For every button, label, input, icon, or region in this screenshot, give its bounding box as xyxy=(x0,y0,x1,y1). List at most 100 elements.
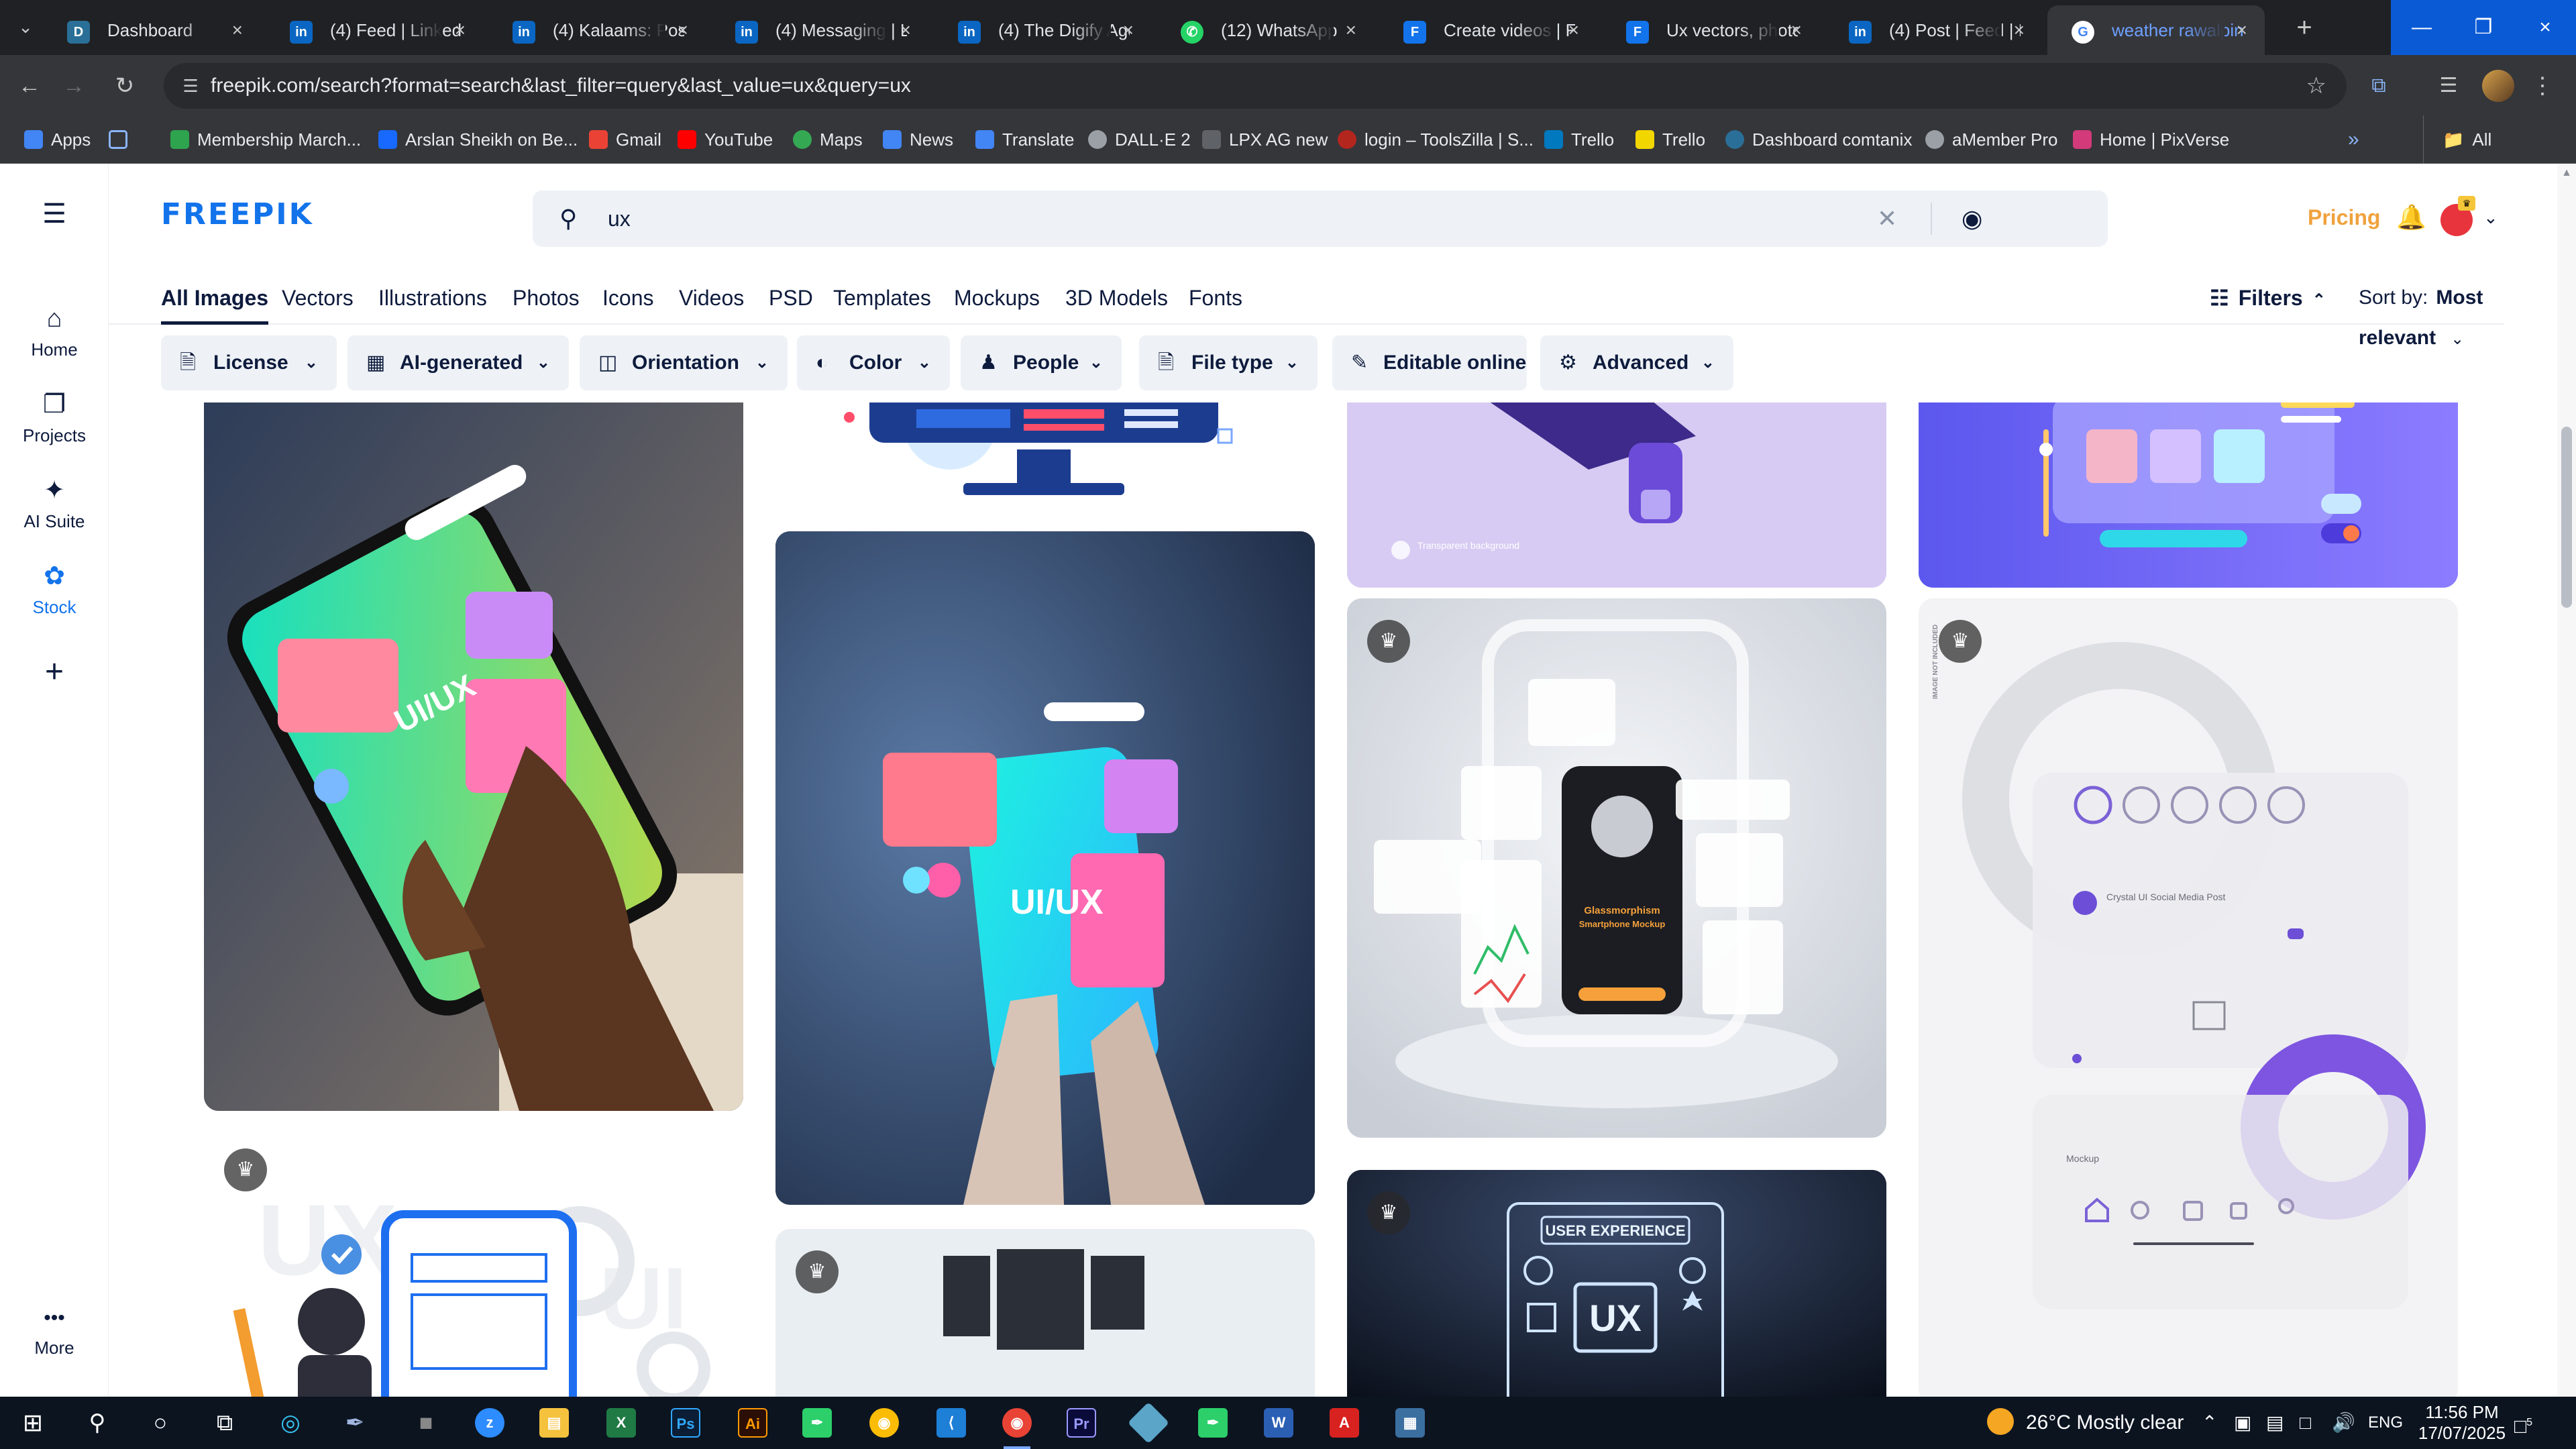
tray-chevron-up-icon[interactable]: ⌃ xyxy=(2202,1397,2217,1449)
clear-search-icon[interactable]: ✕ xyxy=(1877,191,1897,247)
bookmark-pixverse[interactable]: Home | PixVerse xyxy=(2073,115,2229,164)
green-app-2-icon[interactable]: ✒ xyxy=(1198,1408,1228,1438)
edge-icon[interactable]: ◎ xyxy=(271,1403,310,1442)
chip-file-type[interactable]: 🗎 File type ⌄ xyxy=(1139,335,1318,390)
meet-now-icon[interactable]: ▣ xyxy=(2234,1397,2251,1449)
close-tab-icon[interactable]: × xyxy=(2237,5,2247,55)
scroll-up-arrow-icon[interactable]: ▲ xyxy=(2557,164,2576,182)
tab-google-weather[interactable]: G weather rawalpindi × xyxy=(2047,5,2265,55)
bookmark-dalle[interactable]: DALL·E 2 xyxy=(1088,115,1191,164)
tab-linkedin-post[interactable]: in (4) Post | Feed | LinkedIn × xyxy=(1825,5,2042,55)
tab-3d-models[interactable]: 3D Models xyxy=(1065,278,1168,318)
bookmark-trello-1[interactable]: Trello xyxy=(1544,115,1614,164)
close-window-icon[interactable]: × xyxy=(2514,0,2576,55)
search-input[interactable]: ux xyxy=(608,191,631,247)
language-indicator[interactable]: ENG xyxy=(2368,1397,2403,1449)
tab-icons[interactable]: Icons xyxy=(602,278,653,318)
rail-more[interactable]: ••• More xyxy=(0,1308,109,1358)
close-tab-icon[interactable]: × xyxy=(232,5,243,55)
tab-photos[interactable]: Photos xyxy=(513,278,580,318)
freepik-logo[interactable]: FREEPIK xyxy=(161,197,314,231)
bookmark-gmail[interactable]: Gmail xyxy=(589,115,661,164)
chip-orientation[interactable]: ◫ Orientation ⌄ xyxy=(580,335,788,390)
bookmark-toolszilla[interactable]: login – ToolsZilla | S... xyxy=(1338,115,1534,164)
browser-menu-icon[interactable]: ⋮ xyxy=(2529,68,2556,103)
word-icon[interactable]: W xyxy=(1264,1408,1293,1438)
search-bar[interactable]: ⚲ ux ✕ ◉ xyxy=(533,191,2108,247)
zoom-icon[interactable]: z xyxy=(475,1408,504,1438)
task-view-icon[interactable]: ⧉ xyxy=(205,1403,244,1442)
close-tab-icon[interactable]: × xyxy=(1791,5,1802,55)
image-card[interactable]: ♛ xyxy=(775,1229,1315,1397)
chrome-icon[interactable]: ◉ xyxy=(869,1408,899,1438)
rail-home[interactable]: ⌂ Home xyxy=(0,302,109,360)
chip-editable-online[interactable]: ✎ Editable online xyxy=(1332,335,1527,390)
terminal-icon[interactable]: ■ xyxy=(407,1403,445,1442)
network-icon[interactable]: □ xyxy=(2300,1397,2311,1449)
bookmark-grid[interactable] xyxy=(109,115,136,164)
image-card[interactable] xyxy=(775,402,1315,510)
scrollbar-thumb[interactable] xyxy=(2561,427,2572,608)
excel-icon[interactable]: X xyxy=(606,1408,636,1438)
tab-psd[interactable]: PSD xyxy=(769,278,813,318)
file-explorer-icon[interactable]: ▤ xyxy=(539,1408,569,1438)
bookmark-amember[interactable]: aMember Pro xyxy=(1925,115,2058,164)
tab-freepik-create-videos[interactable]: F Create videos | Freepik × xyxy=(1379,5,1597,55)
forward-arrow-icon[interactable]: → xyxy=(56,68,91,103)
chip-people[interactable]: ♟ People ⌄ xyxy=(961,335,1122,390)
close-tab-icon[interactable]: × xyxy=(1123,5,1134,55)
cortana-icon[interactable]: ○ xyxy=(141,1403,180,1442)
site-info-icon[interactable]: ☰ xyxy=(178,74,203,98)
close-tab-icon[interactable]: × xyxy=(1346,5,1356,55)
tab-whatsapp[interactable]: ✆ (12) WhatsApp × xyxy=(1157,5,1374,55)
filters-toggle[interactable]: ☷ Filters ⌃ xyxy=(2210,278,2326,321)
rail-add[interactable]: + xyxy=(0,653,109,690)
tab-linkedin-feed[interactable]: in (4) Feed | LinkedIn × xyxy=(266,5,483,55)
vscode-icon[interactable]: ⟨ xyxy=(936,1408,966,1438)
bookmark-translate[interactable]: Translate xyxy=(975,115,1074,164)
bookmark-star-icon[interactable]: ☆ xyxy=(2306,63,2326,109)
chrome-active-icon[interactable]: ◉ xyxy=(1002,1408,1032,1438)
address-url[interactable]: freepik.com/search?format=search&last_fi… xyxy=(211,63,911,109)
chip-ai-generated[interactable]: ▦ AI-generated ⌄ xyxy=(347,335,569,390)
green-app-icon[interactable]: ✒ xyxy=(802,1408,832,1438)
device-icon[interactable]: ▤ xyxy=(2266,1397,2284,1449)
bookmark-behance[interactable]: Arslan Sheikh on Be... xyxy=(378,115,578,164)
chip-color[interactable]: ◐ Color ⌄ xyxy=(797,335,950,390)
photoshop-icon[interactable]: Ps xyxy=(671,1408,700,1438)
rail-ai-suite[interactable]: ✦ AI Suite xyxy=(0,474,109,532)
diamond-app-icon[interactable] xyxy=(1127,1401,1170,1444)
close-tab-icon[interactable]: × xyxy=(678,5,688,55)
tab-freepik-ux[interactable]: F Ux vectors, photos × xyxy=(1602,5,1819,55)
pricing-link[interactable]: Pricing xyxy=(2308,164,2380,271)
rail-projects[interactable]: ❐ Projects xyxy=(0,388,109,446)
bookmark-lpx[interactable]: LPX AG new xyxy=(1202,115,1328,164)
weather-widget[interactable]: 26°C Mostly clear xyxy=(1987,1397,2184,1449)
calculator-icon[interactable]: ▦ xyxy=(1395,1408,1425,1438)
system-clock[interactable]: 11:56 PM 17/07/2025 xyxy=(2415,1402,2509,1444)
image-card[interactable] xyxy=(1919,402,2458,588)
close-tab-icon[interactable]: × xyxy=(455,5,466,55)
tab-templates[interactable]: Templates xyxy=(833,278,931,318)
chip-advanced[interactable]: ⚙ Advanced ⌄ xyxy=(1540,335,1733,390)
bookmark-apps[interactable]: Apps xyxy=(24,115,91,164)
tab-linkedin-kalaams[interactable]: in (4) Kalaams: Posts × xyxy=(488,5,706,55)
tab-digify-agency[interactable]: in (4) The Digify Agency × xyxy=(934,5,1151,55)
search-icon[interactable]: ⚲ xyxy=(78,1403,117,1442)
acrobat-icon[interactable]: A xyxy=(1330,1408,1359,1438)
bookmark-news[interactable]: News xyxy=(883,115,953,164)
restore-window-icon[interactable]: ❐ xyxy=(2453,0,2514,55)
pen-tool-icon[interactable]: ✒ xyxy=(335,1403,374,1442)
tab-linkedin-messaging[interactable]: in (4) Messaging | LinkedIn × xyxy=(711,5,928,55)
image-card[interactable]: UI/UX xyxy=(775,531,1315,1205)
image-card[interactable]: UX UI ♛ xyxy=(204,1127,743,1397)
hamburger-menu-icon[interactable]: ☰ xyxy=(0,199,109,229)
tab-videos[interactable]: Videos xyxy=(679,278,744,318)
more-bookmarks-chevron-icon[interactable]: » xyxy=(2348,115,2359,164)
bookmark-dashboard-comtanix[interactable]: Dashboard comtanix xyxy=(1725,115,1912,164)
extension-icon[interactable]: ⧉ xyxy=(2361,68,2396,103)
bookmark-maps[interactable]: Maps xyxy=(793,115,863,164)
windows-start-icon[interactable]: ⊞ xyxy=(13,1403,52,1442)
image-card[interactable]: Glassmorphism Smartphone Mockup ♛ xyxy=(1347,598,1886,1138)
tab-mockups[interactable]: Mockups xyxy=(954,278,1040,318)
